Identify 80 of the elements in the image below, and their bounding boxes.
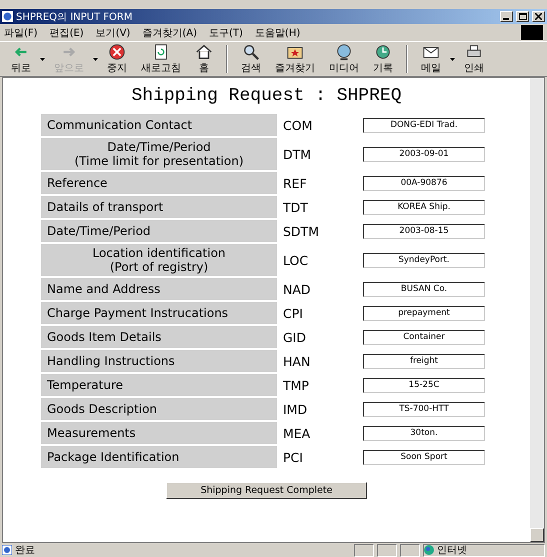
close-button[interactable] bbox=[532, 11, 545, 22]
input-field[interactable]: Container bbox=[363, 330, 485, 344]
field-label: Reference bbox=[41, 172, 277, 194]
menu-item[interactable]: 도구(T) bbox=[209, 26, 243, 40]
maximize-icon bbox=[518, 13, 526, 20]
toolbar-button[interactable]: 검색 bbox=[236, 43, 266, 75]
menu-item[interactable]: 파일(F) bbox=[4, 26, 38, 40]
segment-code: TMP bbox=[282, 378, 310, 392]
segment-code: REF bbox=[282, 176, 308, 190]
input-field[interactable]: 2003-09-01 bbox=[363, 146, 485, 162]
input-field[interactable]: freight bbox=[363, 354, 485, 368]
house-icon bbox=[195, 43, 213, 61]
input-field[interactable]: TS-700-HTT bbox=[363, 402, 485, 416]
field-label: Measurements bbox=[41, 422, 277, 444]
menu-item[interactable]: 보기(V) bbox=[96, 26, 130, 40]
segment-code: HAN bbox=[282, 354, 312, 368]
toolbar-button[interactable]: 메일 bbox=[416, 43, 446, 75]
search-icon bbox=[242, 43, 260, 61]
menu-item[interactable]: 도움말(H) bbox=[254, 26, 300, 40]
field-label: Communication Contact bbox=[41, 114, 277, 136]
input-field[interactable]: prepayment bbox=[363, 306, 485, 320]
input-field[interactable]: 00A-90876 bbox=[363, 176, 485, 190]
field-label: Date/Time/Period (Time limit for presentation) bbox=[41, 138, 277, 170]
close-icon bbox=[535, 13, 542, 20]
scrollbar[interactable] bbox=[530, 78, 544, 542]
input-field[interactable]: DONG-EDI Trad. bbox=[363, 118, 485, 132]
segment-code: COM bbox=[282, 118, 314, 132]
field-label: Datails of transport bbox=[41, 196, 277, 218]
zone-text: 인터넷 bbox=[437, 544, 467, 556]
media-icon bbox=[335, 43, 353, 61]
menu-item[interactable]: 편집(E) bbox=[50, 26, 84, 40]
caret-icon[interactable] bbox=[450, 58, 455, 60]
toolbar-button[interactable]: 즐겨찾기 bbox=[270, 43, 320, 75]
toolbar-button[interactable]: 중지 bbox=[102, 43, 132, 75]
input-field[interactable]: BUSAN Co. bbox=[363, 282, 485, 296]
status-text: 완료 bbox=[15, 544, 36, 557]
field-label: Location identification (Port of registry) bbox=[41, 244, 277, 276]
toolbar-button[interactable]: 기록 bbox=[368, 43, 398, 75]
input-field[interactable]: 30ton. bbox=[363, 426, 485, 440]
segment-code: NAD bbox=[282, 282, 312, 296]
input-field[interactable]: Soon Sport bbox=[363, 450, 485, 464]
toolbar-button[interactable]: 새로고침 bbox=[136, 43, 186, 75]
input-field[interactable]: 2003-08-15 bbox=[363, 224, 485, 238]
field-label: Handling Instructions bbox=[41, 350, 277, 372]
field-label: Package Identification bbox=[41, 446, 277, 468]
window-title: SHPREQ의 INPUT FORM bbox=[16, 10, 134, 24]
field-label: Temperature bbox=[41, 374, 277, 396]
toolbar-button[interactable]: 뒤로 bbox=[6, 43, 36, 75]
toolbar-button[interactable]: 미디어 bbox=[324, 43, 364, 75]
maximize-button[interactable] bbox=[516, 11, 529, 22]
history-icon bbox=[374, 43, 392, 61]
segment-code: LOC bbox=[282, 252, 310, 268]
segment-code: DTM bbox=[282, 146, 312, 162]
input-field[interactable]: SyndeyPort. bbox=[363, 252, 485, 268]
segment-code: SDTM bbox=[282, 224, 320, 238]
field-label: Charge Payment Instrucations bbox=[41, 302, 277, 324]
page-refresh-icon bbox=[152, 43, 170, 61]
globe-icon bbox=[424, 545, 434, 555]
submit-button[interactable]: Shipping Request Complete bbox=[166, 482, 368, 499]
field-label: Goods Description bbox=[41, 398, 277, 420]
caret-icon[interactable] bbox=[40, 58, 45, 60]
field-label: Date/Time/Period bbox=[41, 220, 277, 242]
stop-icon bbox=[108, 43, 126, 61]
field-label: Name and Address bbox=[41, 278, 277, 300]
minimize-button[interactable] bbox=[500, 11, 513, 22]
browser-icon bbox=[2, 11, 13, 22]
segment-code: GID bbox=[282, 330, 307, 344]
input-field[interactable]: 15-25C bbox=[363, 378, 485, 392]
menu-item[interactable]: 즐겨찾기(A) bbox=[142, 26, 197, 40]
segment-code: CPI bbox=[282, 306, 304, 320]
segment-code: TDT bbox=[282, 200, 309, 214]
field-label: Goods Item Details bbox=[41, 326, 277, 348]
input-field[interactable]: KOREA Ship. bbox=[363, 200, 485, 214]
toolbar-button[interactable]: 홈 bbox=[190, 43, 218, 75]
page-heading: Shipping Request : SHPREQ bbox=[131, 86, 402, 106]
toolbar-button[interactable]: 인쇄 bbox=[459, 43, 489, 75]
segment-code: PCI bbox=[282, 450, 304, 464]
segment-code: IMD bbox=[282, 402, 308, 416]
segment-code: MEA bbox=[282, 426, 312, 440]
page-icon bbox=[2, 545, 12, 555]
